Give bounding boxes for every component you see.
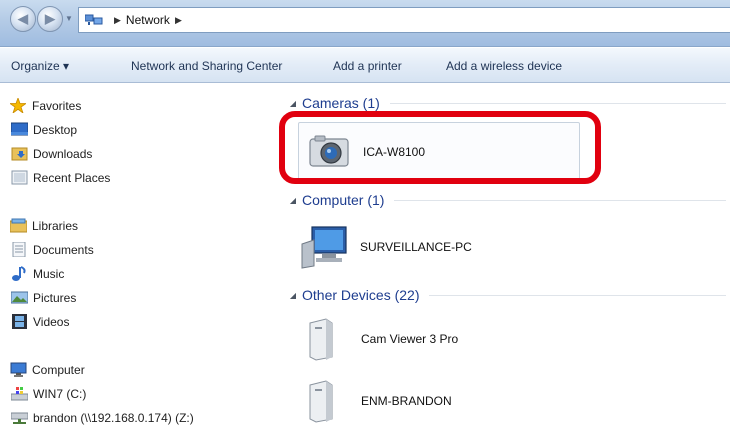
nav-libraries-label: Libraries	[32, 218, 79, 233]
group-label-computer: Computer (1)	[302, 192, 385, 208]
documents-icon	[11, 241, 28, 258]
group-divider	[389, 102, 726, 104]
nav-computer-label: Computer	[32, 362, 85, 377]
nav-network-drive-z[interactable]: brandon (\\192.168.0.174) (Z:)	[10, 410, 194, 425]
generic-device-tower-icon	[306, 379, 336, 423]
nav-videos[interactable]: Videos	[11, 314, 69, 329]
add-printer-button[interactable]: Add a printer	[333, 59, 402, 73]
group-header-cameras[interactable]: ◢ Cameras (1)	[286, 95, 730, 111]
collapse-triangle-icon[interactable]: ◢	[286, 196, 300, 205]
nav-documents[interactable]: Documents	[11, 241, 94, 258]
nav-libraries[interactable]: Libraries	[9, 218, 79, 233]
network-drive-icon	[10, 410, 29, 425]
nav-favorites-label: Favorites	[32, 98, 82, 113]
add-wireless-device-button[interactable]: Add a wireless device	[446, 59, 562, 73]
network-sharing-center-button[interactable]: Network and Sharing Center	[131, 59, 282, 73]
libraries-icon	[9, 218, 28, 233]
computer-icon	[10, 362, 27, 377]
recent-pages-dropdown[interactable]: ▼	[65, 14, 75, 26]
nav-pictures[interactable]: Pictures	[10, 290, 77, 305]
desktop-icon	[10, 122, 29, 137]
group-header-other-devices[interactable]: ◢ Other Devices (22)	[286, 287, 730, 303]
collapse-triangle-icon[interactable]: ◢	[286, 99, 300, 108]
device-tile-computer[interactable]: SURVEILLANCE-PC	[300, 222, 580, 272]
nav-desktop-label: Desktop	[33, 122, 78, 137]
command-bar: Organize ▾ Network and Sharing Center Ad…	[0, 48, 730, 83]
pictures-icon	[10, 290, 29, 305]
nav-pictures-label: Pictures	[33, 290, 77, 305]
nav-music[interactable]: Music	[11, 266, 64, 281]
nav-computer[interactable]: Computer	[10, 362, 85, 377]
recent-places-icon	[11, 170, 28, 185]
breadcrumb-network[interactable]: Network	[126, 13, 170, 27]
videos-filmstrip-icon	[11, 314, 28, 329]
generic-device-tower-icon	[306, 317, 336, 361]
music-note-icon	[11, 266, 28, 281]
nav-drive-c-label: WIN7 (C:)	[33, 386, 87, 401]
nav-downloads[interactable]: Downloads	[11, 146, 92, 161]
nav-recent-places-label: Recent Places	[33, 170, 111, 185]
device-name-other: Cam Viewer 3 Pro	[361, 332, 459, 346]
navigation-pane: Favorites Desktop Downloads Recent Place…	[0, 84, 285, 431]
highlight-annotation-box	[279, 111, 601, 184]
collapse-triangle-icon[interactable]: ◢	[286, 291, 300, 300]
address-bar-area: ◀ ▶ ▼ ▶ Network ▶	[0, 0, 730, 47]
group-label-cameras: Cameras (1)	[302, 95, 380, 111]
back-button[interactable]: ◀	[10, 6, 36, 32]
group-label-other-devices: Other Devices (22)	[302, 287, 420, 303]
device-tile-other[interactable]: ENM-BRANDON	[306, 378, 586, 424]
nav-drive-c[interactable]: WIN7 (C:)	[10, 386, 87, 401]
downloads-folder-icon	[11, 146, 28, 161]
group-divider	[429, 294, 726, 296]
forward-button[interactable]: ▶	[37, 6, 63, 32]
nav-desktop[interactable]: Desktop	[10, 122, 78, 137]
nav-documents-label: Documents	[33, 242, 94, 257]
star-icon	[8, 96, 28, 115]
breadcrumb-arrow-icon[interactable]: ▶	[175, 15, 182, 26]
address-box[interactable]: ▶ Network ▶	[78, 7, 730, 33]
nav-downloads-label: Downloads	[33, 146, 93, 161]
windows-drive-icon	[10, 386, 29, 401]
back-arrow-icon: ◀	[18, 11, 28, 26]
nav-recent-places[interactable]: Recent Places	[11, 170, 110, 185]
computer-monitor-icon	[300, 224, 350, 270]
nav-network-drive-z-label: brandon (\\192.168.0.174) (Z:)	[33, 410, 194, 425]
group-divider	[394, 199, 726, 201]
forward-arrow-icon: ▶	[45, 11, 55, 26]
nav-music-label: Music	[33, 266, 65, 281]
breadcrumb-arrow-icon[interactable]: ▶	[114, 15, 121, 26]
nav-favorites[interactable]: Favorites	[8, 96, 82, 115]
group-header-computer[interactable]: ◢ Computer (1)	[286, 192, 730, 208]
device-tile-other[interactable]: Cam Viewer 3 Pro	[306, 316, 586, 362]
device-name-computer: SURVEILLANCE-PC	[360, 240, 472, 254]
device-name-other: ENM-BRANDON	[361, 394, 452, 408]
network-icon	[84, 13, 103, 27]
organize-menu-button[interactable]: Organize ▾	[11, 59, 69, 73]
nav-videos-label: Videos	[33, 314, 70, 329]
